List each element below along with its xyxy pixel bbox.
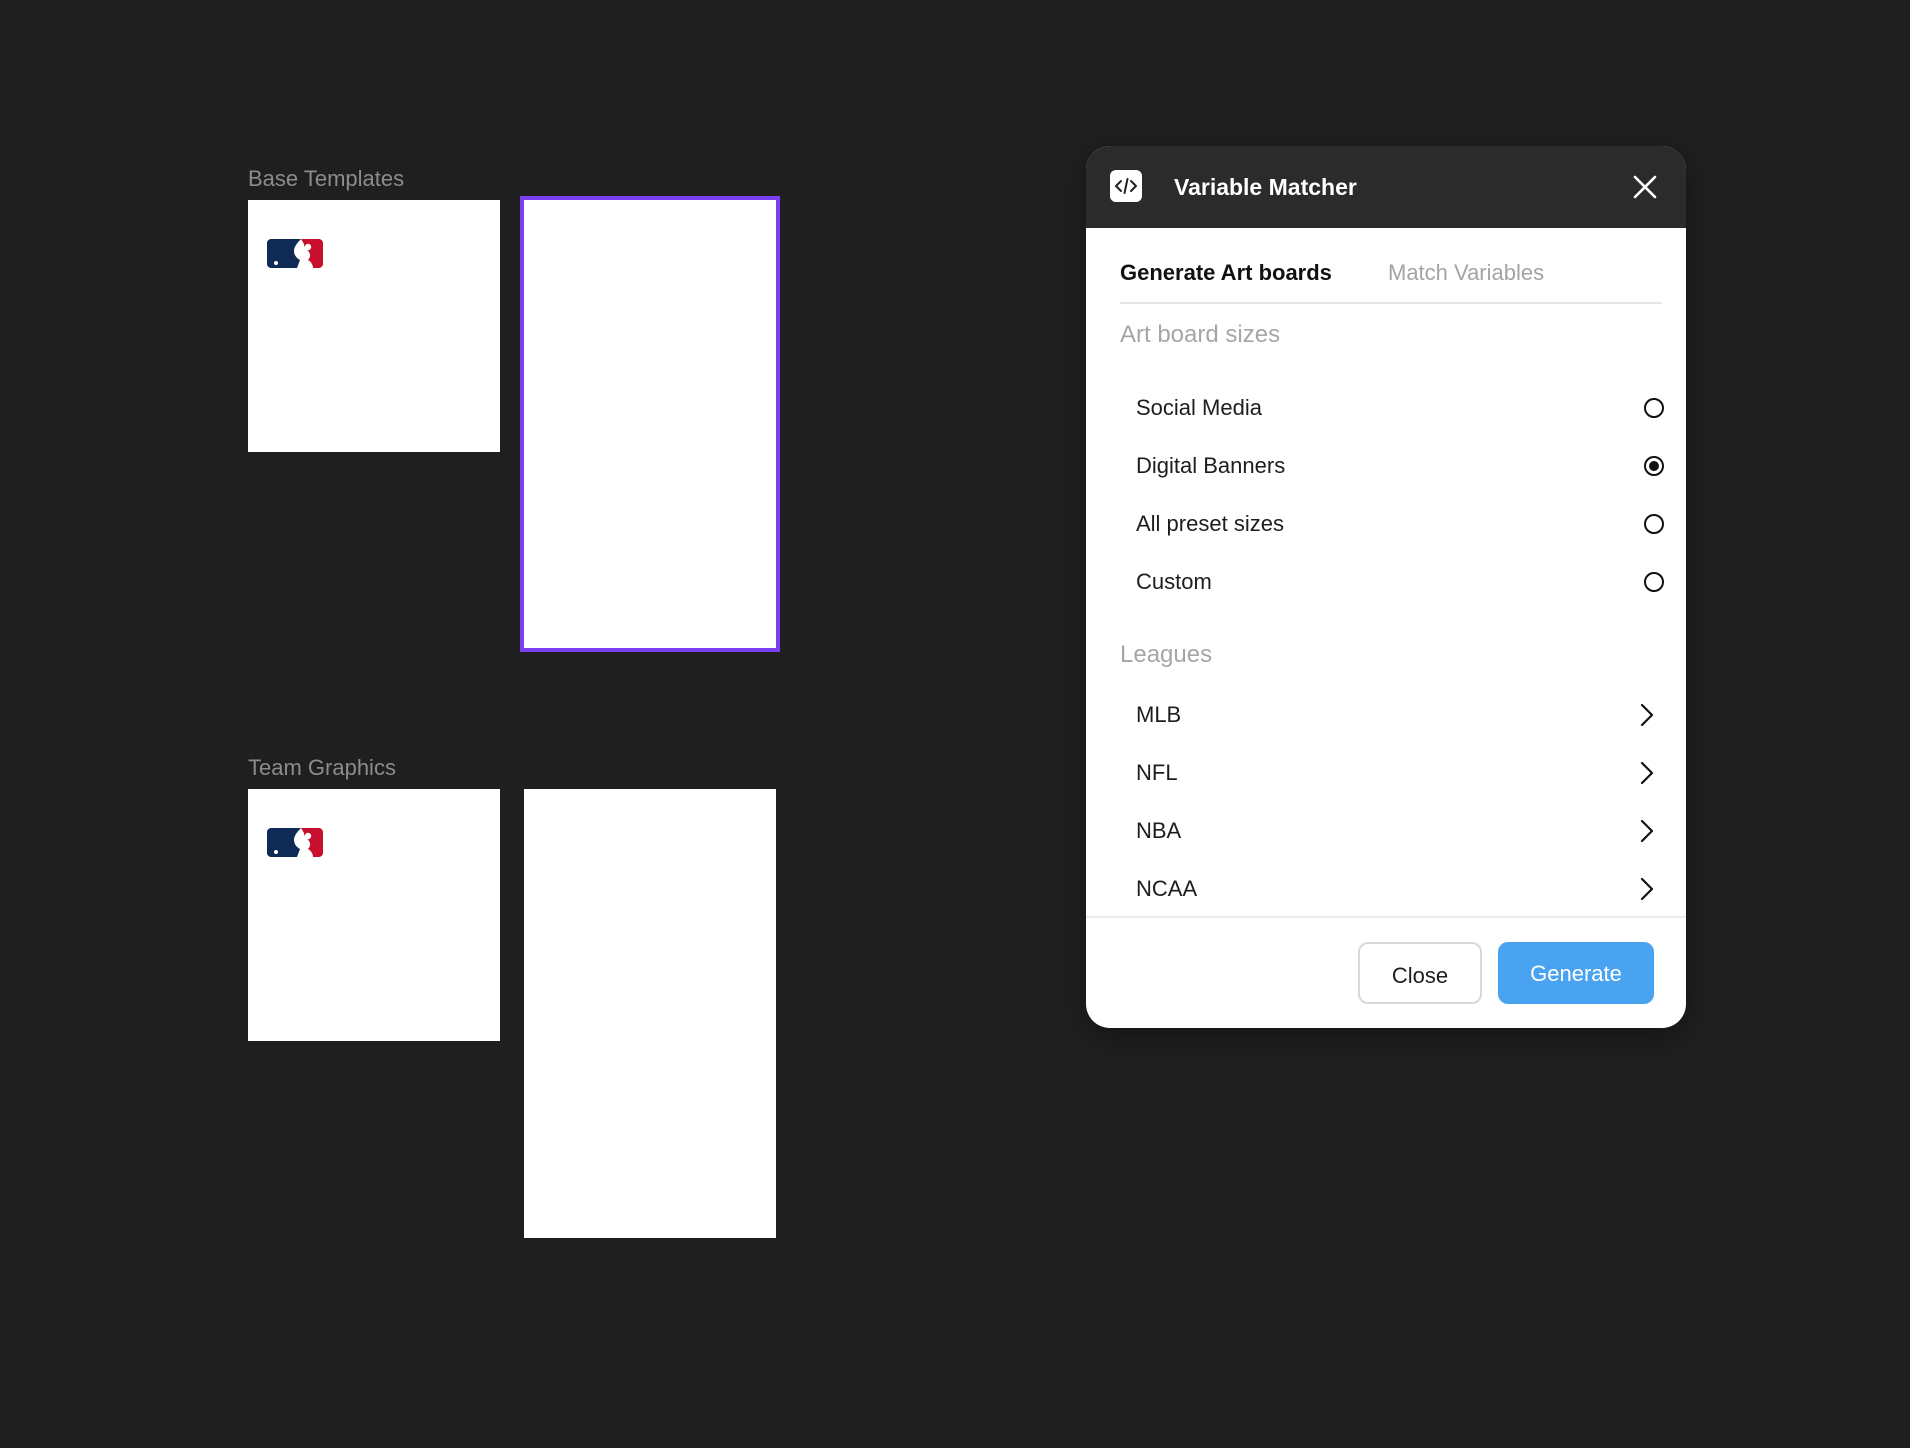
league-label: NBA bbox=[1136, 818, 1182, 843]
radio-button[interactable] bbox=[1644, 514, 1664, 534]
size-option-custom[interactable]: Custom bbox=[1120, 558, 1664, 606]
artboard-base-square[interactable] bbox=[248, 200, 500, 452]
size-option-social-media[interactable]: Social Media bbox=[1120, 384, 1664, 432]
close-button[interactable]: Close bbox=[1358, 942, 1482, 1004]
panel-header: Variable Matcher bbox=[1086, 146, 1686, 228]
close-icon[interactable] bbox=[1630, 172, 1660, 202]
chevron-right-icon bbox=[1640, 703, 1654, 727]
size-option-label: All preset sizes bbox=[1136, 511, 1284, 536]
section-label-team-graphics[interactable]: Team Graphics bbox=[248, 755, 396, 781]
mlb-logo-icon bbox=[267, 828, 323, 857]
league-label: NCAA bbox=[1136, 876, 1198, 901]
artboard-base-tall-selected[interactable] bbox=[520, 196, 780, 652]
size-option-digital-banners[interactable]: Digital Banners bbox=[1120, 442, 1664, 490]
artboard-team-tall[interactable] bbox=[524, 789, 776, 1238]
mlb-logo-icon bbox=[267, 239, 323, 268]
radio-button[interactable] bbox=[1644, 398, 1664, 418]
size-option-label: Digital Banners bbox=[1136, 453, 1286, 478]
chevron-right-icon bbox=[1640, 877, 1654, 901]
chevron-right-icon bbox=[1640, 761, 1654, 785]
chevron-right-icon bbox=[1640, 819, 1654, 843]
footer-divider bbox=[1086, 916, 1686, 918]
league-item-ncaa[interactable]: NCAA bbox=[1120, 865, 1664, 913]
size-option-label: Custom bbox=[1136, 569, 1212, 594]
league-label: NFL bbox=[1136, 760, 1178, 785]
tab-match-variables[interactable]: Match Variables bbox=[1388, 258, 1544, 288]
size-option-all-preset-sizes[interactable]: All preset sizes bbox=[1120, 500, 1664, 548]
radio-button-selected[interactable] bbox=[1644, 456, 1664, 476]
league-label: MLB bbox=[1136, 702, 1182, 727]
leagues-heading: Leagues bbox=[1120, 641, 1213, 668]
tab-divider bbox=[1120, 302, 1662, 304]
art-board-sizes-heading: Art board sizes bbox=[1120, 321, 1281, 348]
design-canvas: Base Templates Team Graphics Variable Ma… bbox=[0, 0, 1910, 1448]
tab-generate-art-boards[interactable]: Generate Art boards bbox=[1120, 258, 1332, 288]
panel-title: Variable Matcher bbox=[1174, 174, 1357, 200]
league-item-mlb[interactable]: MLB bbox=[1120, 691, 1664, 739]
radio-button[interactable] bbox=[1644, 572, 1664, 592]
league-item-nfl[interactable]: NFL bbox=[1120, 749, 1664, 797]
generate-button[interactable]: Generate bbox=[1498, 942, 1654, 1004]
code-icon bbox=[1110, 170, 1142, 202]
size-option-label: Social Media bbox=[1136, 395, 1262, 420]
section-label-base-templates[interactable]: Base Templates bbox=[248, 166, 404, 192]
artboard-team-square[interactable] bbox=[248, 789, 500, 1041]
league-item-nba[interactable]: NBA bbox=[1120, 807, 1664, 855]
